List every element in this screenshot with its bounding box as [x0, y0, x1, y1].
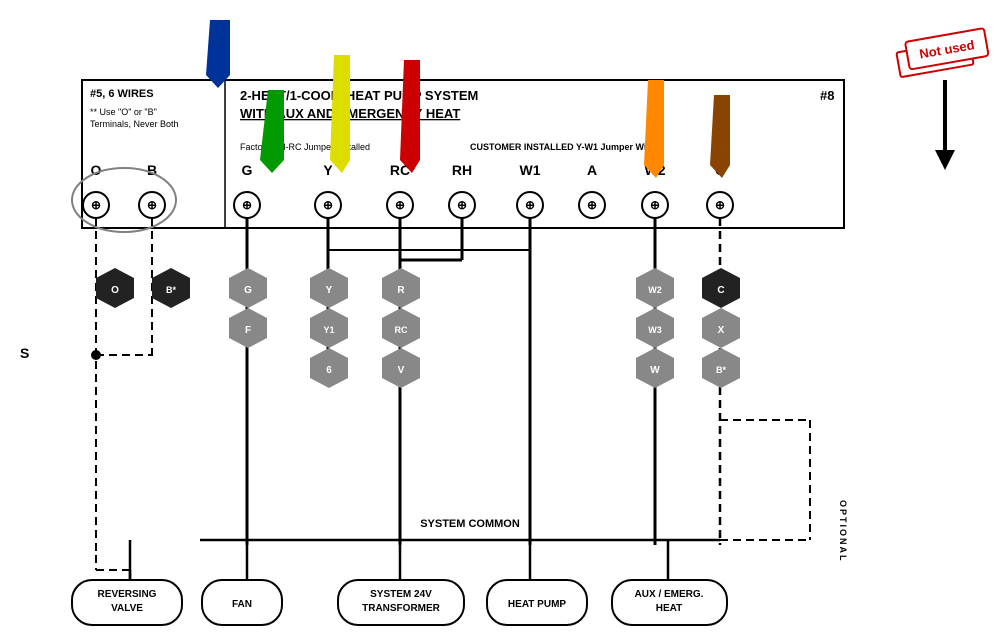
svg-text:S: S	[20, 345, 29, 361]
svg-text:#8: #8	[820, 88, 834, 103]
svg-text:R: R	[397, 285, 405, 296]
svg-text:RC: RC	[390, 162, 410, 178]
svg-text:** Use "O" or "B": ** Use "O" or "B"	[90, 107, 157, 117]
svg-text:⊕: ⊕	[650, 198, 660, 212]
svg-text:Y: Y	[326, 285, 333, 296]
not-used-badge: Not used	[896, 39, 975, 79]
svg-text:O: O	[91, 162, 102, 178]
svg-text:G: G	[244, 285, 252, 296]
svg-text:AUX / EMERG.: AUX / EMERG.	[635, 589, 704, 600]
svg-text:W3: W3	[648, 325, 662, 335]
svg-text:C: C	[717, 285, 724, 296]
main-container: Not used #5, 6 WIRES ** Use "O" or "B" T…	[0, 0, 1008, 641]
svg-text:G: G	[242, 162, 253, 178]
svg-text:⊕: ⊕	[457, 198, 467, 212]
svg-text:⊕: ⊕	[395, 198, 405, 212]
svg-text:WITH AUX AND EMERGENCY HEAT: WITH AUX AND EMERGENCY HEAT	[240, 106, 460, 121]
svg-text:⊕: ⊕	[525, 198, 535, 212]
svg-text:⊕: ⊕	[242, 198, 252, 212]
svg-text:HEAT: HEAT	[656, 603, 682, 614]
svg-text:Y1: Y1	[323, 325, 334, 335]
svg-text:B: B	[147, 162, 157, 178]
svg-text:CUSTOMER INSTALLED Y-W1 Jumper: CUSTOMER INSTALLED Y-W1 Jumper Wire	[470, 142, 655, 152]
svg-text:C: C	[715, 162, 725, 178]
svg-text:B*: B*	[166, 285, 176, 295]
svg-text:⊕: ⊕	[323, 198, 333, 212]
svg-text:6: 6	[326, 365, 332, 376]
svg-text:X: X	[718, 325, 725, 336]
svg-text:⊕: ⊕	[715, 198, 725, 212]
svg-text:Y: Y	[323, 162, 333, 178]
svg-text:RH: RH	[452, 162, 472, 178]
svg-text:B*: B*	[716, 365, 726, 375]
svg-text:A: A	[587, 162, 597, 178]
svg-text:Factory RH-RC Jumper Installed: Factory RH-RC Jumper Installed	[240, 142, 370, 152]
svg-text:#5, 6 WIRES: #5, 6 WIRES	[90, 88, 154, 100]
svg-text:V: V	[398, 365, 405, 376]
svg-text:SYSTEM 24V: SYSTEM 24V	[370, 589, 432, 600]
svg-text:VALVE: VALVE	[111, 603, 143, 614]
svg-text:Terminals, Never Both: Terminals, Never Both	[90, 119, 179, 129]
svg-text:W2: W2	[648, 285, 662, 295]
svg-text:RC: RC	[395, 325, 408, 335]
svg-text:O: O	[111, 285, 119, 296]
svg-text:SYSTEM COMMON: SYSTEM COMMON	[420, 518, 520, 530]
svg-text:F: F	[245, 325, 251, 336]
svg-text:⊕: ⊕	[91, 198, 101, 212]
svg-text:TRANSFORMER: TRANSFORMER	[362, 603, 441, 614]
svg-text:2-HEAT/1-COOL, HEAT PUMP SYSTE: 2-HEAT/1-COOL, HEAT PUMP SYSTEM	[240, 88, 478, 103]
svg-text:OPTIONAL: OPTIONAL	[838, 500, 848, 563]
svg-text:HEAT PUMP: HEAT PUMP	[508, 599, 566, 610]
svg-text:⊕: ⊕	[147, 198, 157, 212]
svg-text:⊕: ⊕	[587, 198, 597, 212]
svg-text:W: W	[650, 365, 660, 376]
svg-text:REVERSING: REVERSING	[98, 589, 157, 600]
svg-text:W2: W2	[645, 162, 666, 178]
svg-text:FAN: FAN	[232, 599, 252, 610]
svg-text:W1: W1	[520, 162, 541, 178]
